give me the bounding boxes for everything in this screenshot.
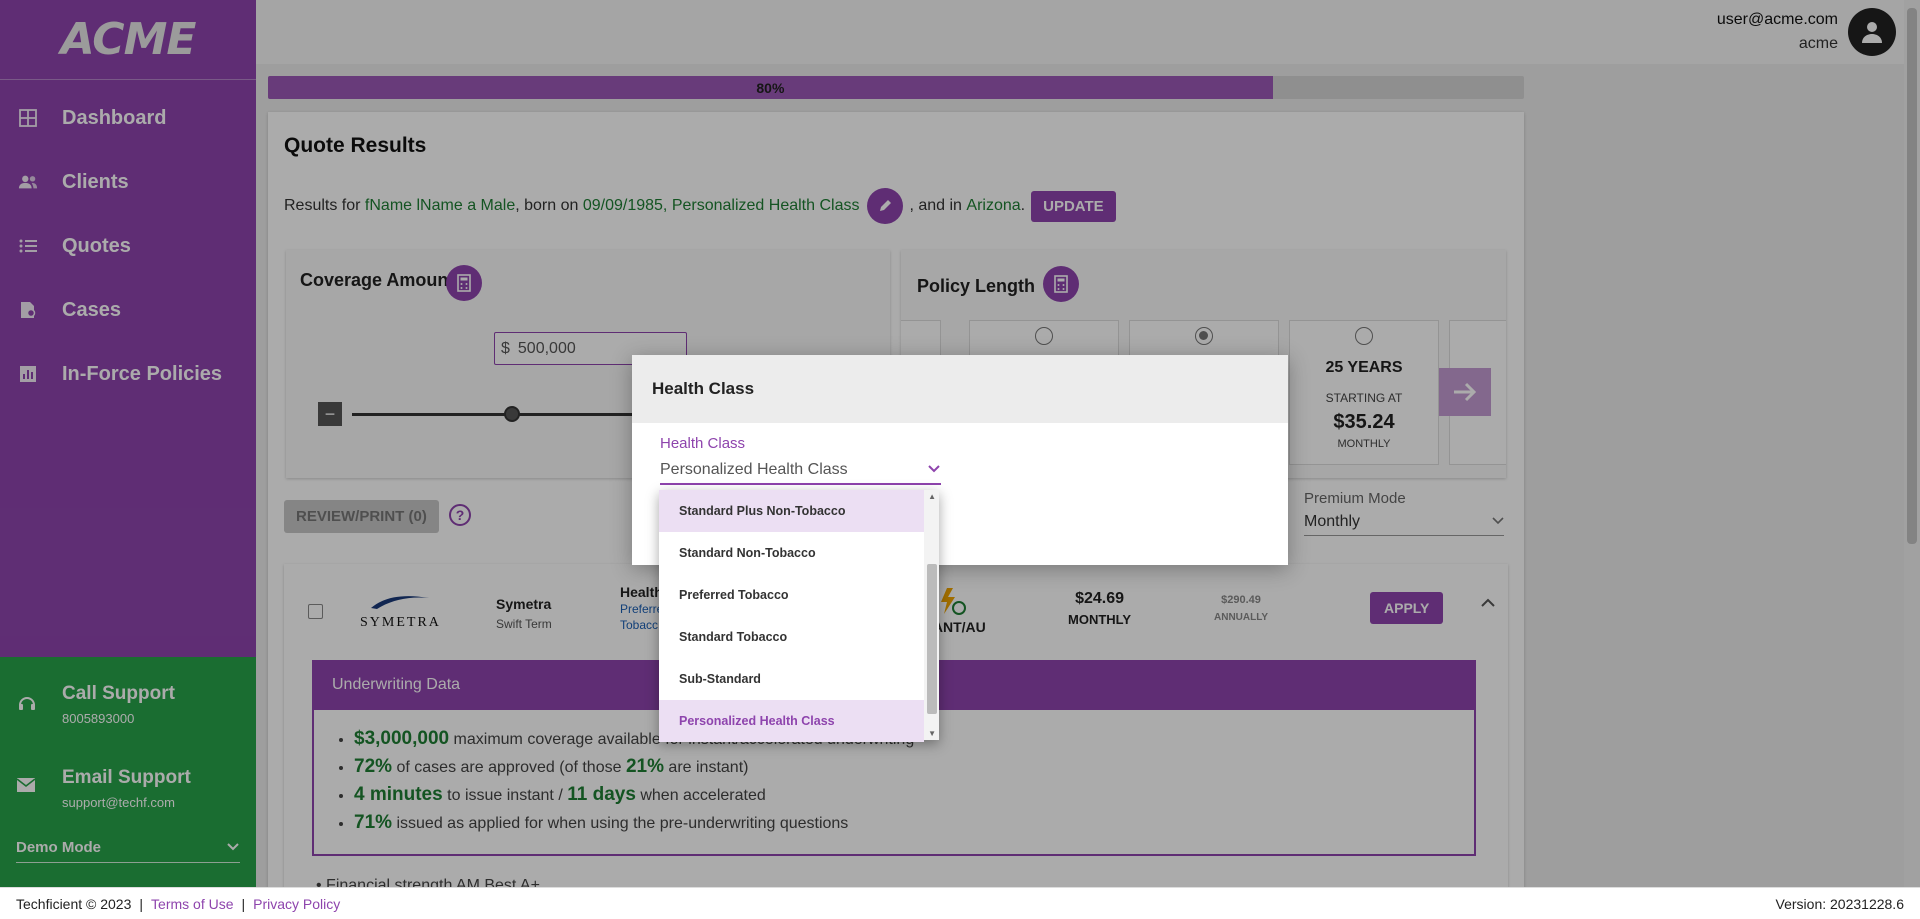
modal-title: Health Class bbox=[632, 355, 1288, 423]
health-class-dropdown: Standard Plus Non-Tobacco Standard Non-T… bbox=[659, 490, 939, 742]
footer-separator: | bbox=[139, 895, 144, 912]
scroll-up-icon[interactable]: ▲ bbox=[928, 492, 936, 501]
privacy-link[interactable]: Privacy Policy bbox=[253, 896, 340, 912]
copyright: Techficient © 2023 bbox=[16, 895, 132, 912]
option-sub-standard[interactable]: Sub-Standard bbox=[659, 658, 924, 700]
dropdown-scroll-thumb[interactable] bbox=[927, 564, 937, 714]
chevron-down-icon bbox=[927, 461, 941, 479]
terms-link[interactable]: Terms of Use bbox=[151, 896, 233, 912]
option-preferred-tobacco[interactable]: Preferred Tobacco bbox=[659, 574, 924, 616]
health-class-select-value: Personalized Health Class bbox=[660, 461, 848, 478]
footer-separator: | bbox=[241, 895, 246, 912]
dropdown-scrollbar[interactable]: ▲ ▼ bbox=[924, 490, 939, 740]
footer: Techficient © 2023 | Terms of Use | Priv… bbox=[0, 887, 1920, 919]
option-standard-plus-non-tobacco[interactable]: Standard Plus Non-Tobacco bbox=[659, 490, 924, 532]
option-standard-non-tobacco[interactable]: Standard Non-Tobacco bbox=[659, 532, 924, 574]
health-class-field-label: Health Class bbox=[660, 435, 746, 452]
option-personalized-health-class[interactable]: Personalized Health Class bbox=[659, 700, 924, 742]
scroll-down-icon[interactable]: ▼ bbox=[928, 729, 936, 738]
version: Version: 20231228.6 bbox=[1775, 895, 1904, 912]
health-class-select[interactable]: Personalized Health Class bbox=[660, 457, 941, 485]
option-standard-tobacco[interactable]: Standard Tobacco bbox=[659, 616, 924, 658]
